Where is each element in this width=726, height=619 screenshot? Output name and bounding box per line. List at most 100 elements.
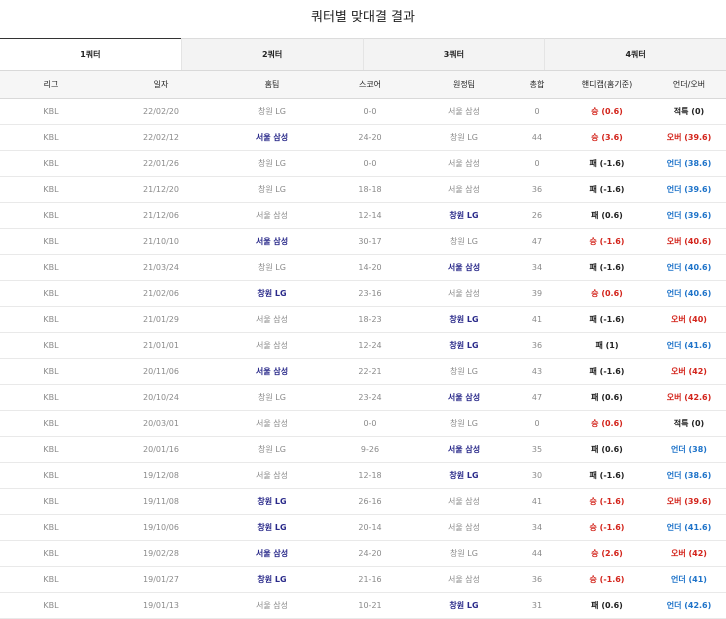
cell-league: KBL [0,436,102,463]
cell-home: 서울 삼성 [220,306,324,333]
cell-away: 서울 삼성 [416,254,512,281]
cell-score: 12-14 [324,202,416,229]
cell-date: 19/01/13 [102,592,220,619]
cell-score: 21-16 [324,566,416,593]
cell-away: 서울 삼성 [416,280,512,307]
table-row: KBL 19/02/28 서울 삼성 24-20 창원 LG 44 승 (2.6) 오버 (4… [0,540,726,567]
cell-under-over: 언더 (38.6) [652,150,726,177]
cell-score: 12-24 [324,332,416,359]
cell-score: 0-0 [324,150,416,177]
cell-handicap: 패 (0.6) [562,592,652,619]
cell-score: 23-16 [324,280,416,307]
cell-score: 18-18 [324,176,416,203]
tab-1q[interactable]: 1쿼터 [0,38,181,70]
table-row: KBL 21/12/06 서울 삼성 12-14 창원 LG 26 패 (0.6) 언더 (3… [0,202,726,229]
cell-handicap: 패 (-1.6) [562,358,652,385]
cell-under-over: 언더 (39.6) [652,176,726,203]
tab-3q[interactable]: 3쿼터 [362,38,545,70]
cell-handicap: 패 (-1.6) [562,462,652,489]
cell-league: KBL [0,566,102,593]
cell-under-over: 오버 (40) [652,306,726,333]
cell-score: 24-20 [324,540,416,567]
tab-2q[interactable]: 2쿼터 [180,38,363,70]
cell-away: 서울 삼성 [416,176,512,203]
cell-score: 23-24 [324,384,416,411]
cell-home: 창원 LG [220,150,324,177]
cell-under-over: 언더 (39.6) [652,202,726,229]
cell-home: 창원 LG [220,488,324,515]
cell-league: KBL [0,592,102,619]
cell-away: 서울 삼성 [416,150,512,177]
cell-score: 9-26 [324,436,416,463]
cell-handicap: 승 (-1.6) [562,514,652,541]
cell-handicap: 패 (0.6) [562,384,652,411]
header-home: 홈팀 [220,71,324,99]
cell-league: KBL [0,410,102,437]
cell-handicap: 승 (0.6) [562,280,652,307]
cell-away: 창원 LG [416,462,512,489]
cell-away: 창원 LG [416,540,512,567]
cell-league: KBL [0,124,102,151]
cell-date: 20/10/24 [102,384,220,411]
cell-league: KBL [0,306,102,333]
table-row: KBL 20/10/24 창원 LG 23-24 서울 삼성 47 패 (0.6) 오버 (4… [0,384,726,411]
cell-under-over: 오버 (42.6) [652,384,726,411]
cell-under-over: 언더 (40.6) [652,280,726,307]
cell-under-over: 적특 (0) [652,98,726,125]
cell-total: 0 [512,98,562,125]
cell-away: 창원 LG [416,306,512,333]
cell-under-over: 언더 (38.6) [652,462,726,489]
cell-under-over: 오버 (40.6) [652,228,726,255]
cell-total: 0 [512,410,562,437]
cell-total: 44 [512,124,562,151]
table-row: KBL 19/10/06 창원 LG 20-14 서울 삼성 34 승 (-1.6) 언더 (… [0,514,726,541]
table-row: KBL 22/02/20 창원 LG 0-0 서울 삼성 0 승 (0.6) 적특 (0) [0,98,726,125]
cell-handicap: 패 (1) [562,332,652,359]
cell-handicap: 승 (2.6) [562,540,652,567]
cell-under-over: 오버 (42) [652,540,726,567]
cell-total: 31 [512,592,562,619]
cell-league: KBL [0,358,102,385]
cell-league: KBL [0,514,102,541]
cell-handicap: 승 (3.6) [562,124,652,151]
cell-home: 서울 삼성 [220,592,324,619]
cell-handicap: 승 (-1.6) [562,566,652,593]
cell-score: 12-18 [324,462,416,489]
table-row: KBL 21/01/01 서울 삼성 12-24 창원 LG 36 패 (1) 언더 (41.… [0,332,726,359]
cell-total: 36 [512,332,562,359]
cell-handicap: 패 (0.6) [562,436,652,463]
cell-away: 서울 삼성 [416,566,512,593]
cell-under-over: 언더 (41) [652,566,726,593]
cell-date: 19/12/08 [102,462,220,489]
table-row: KBL 21/10/10 서울 삼성 30-17 창원 LG 47 승 (-1.6) 오버 (… [0,228,726,255]
header-date: 일자 [102,71,220,99]
cell-home: 서울 삼성 [220,124,324,151]
cell-under-over: 오버 (39.6) [652,124,726,151]
cell-score: 14-20 [324,254,416,281]
cell-handicap: 패 (-1.6) [562,150,652,177]
cell-score: 26-16 [324,488,416,515]
cell-handicap: 패 (-1.6) [562,176,652,203]
cell-under-over: 오버 (42) [652,358,726,385]
cell-away: 창원 LG [416,358,512,385]
tab-4q[interactable]: 4쿼터 [544,38,726,70]
cell-away: 서울 삼성 [416,436,512,463]
cell-away: 서울 삼성 [416,384,512,411]
cell-under-over: 언더 (38) [652,436,726,463]
cell-date: 19/11/08 [102,488,220,515]
cell-date: 21/01/29 [102,306,220,333]
cell-score: 10-21 [324,592,416,619]
cell-league: KBL [0,98,102,125]
cell-date: 19/10/06 [102,514,220,541]
cell-away: 창원 LG [416,332,512,359]
cell-league: KBL [0,280,102,307]
cell-league: KBL [0,254,102,281]
cell-total: 41 [512,306,562,333]
table-row: KBL 20/11/06 서울 삼성 22-21 창원 LG 43 패 (-1.6) 오버 (… [0,358,726,385]
page-title: 쿼터별 맞대결 결과 [311,10,415,25]
cell-score: 24-20 [324,124,416,151]
cell-league: KBL [0,384,102,411]
cell-total: 36 [512,176,562,203]
cell-total: 41 [512,488,562,515]
cell-under-over: 언더 (41.6) [652,332,726,359]
